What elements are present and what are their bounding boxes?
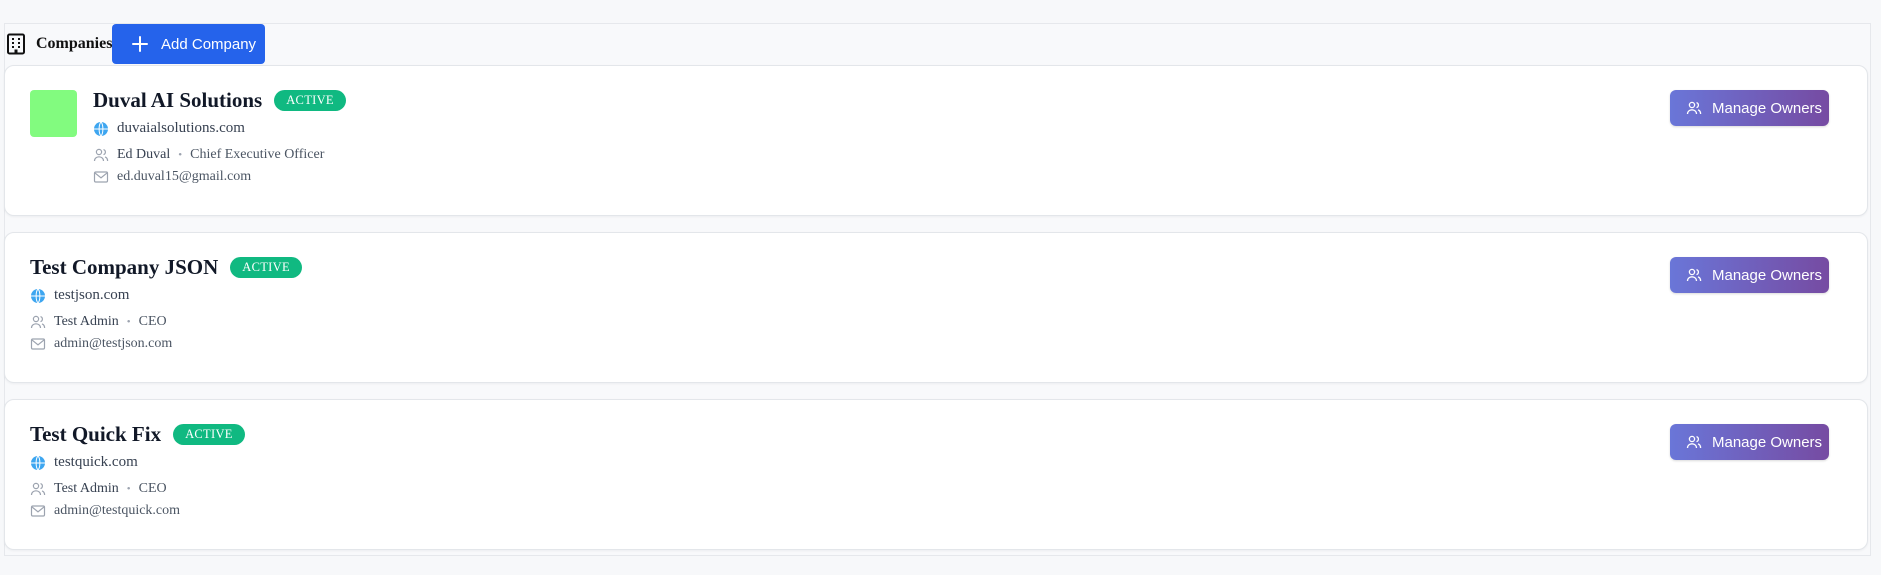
owner-email[interactable]: admin@testquick.com <box>54 503 180 519</box>
add-company-label: Add Company <box>161 35 257 53</box>
mail-icon <box>30 505 46 517</box>
globe-icon <box>31 455 45 470</box>
users-icon <box>30 482 46 496</box>
company-domain[interactable]: duvaialsolutions.com <box>117 120 245 137</box>
company-name: Test Company JSON <box>30 254 219 279</box>
company-name: Test Quick Fix <box>30 421 162 446</box>
companies-header: Companies <box>6 24 112 64</box>
separator-dot: • <box>126 483 131 495</box>
separator-dot: • <box>126 316 131 328</box>
owner-name: Test Admin <box>54 481 119 496</box>
status-badge: ACTIVE <box>173 423 245 445</box>
owner-name: Ed Duval <box>117 147 171 162</box>
company-card: Duval AI Solutions ACTIVE duvaialsolutio… <box>4 65 1868 216</box>
globe-icon <box>31 288 45 303</box>
company-info: Test Quick Fix ACTIVE testquick.com Test… <box>30 421 245 519</box>
owner-role: CEO <box>138 481 167 496</box>
owner-role: Chief Executive Officer <box>190 147 325 162</box>
add-company-button[interactable]: Add Company <box>112 24 265 64</box>
users-icon <box>1686 268 1702 282</box>
status-badge: ACTIVE <box>230 256 302 278</box>
manage-owners-label: Manage Owners <box>1712 99 1823 117</box>
manage-owners-button[interactable]: Manage Owners <box>1670 424 1829 460</box>
users-icon <box>1686 101 1702 115</box>
manage-owners-button[interactable]: Manage Owners <box>1670 90 1829 126</box>
owner-email[interactable]: admin@testjson.com <box>54 336 172 352</box>
plus-icon <box>132 36 148 52</box>
company-card: Test Quick Fix ACTIVE testquick.com Test… <box>4 399 1868 550</box>
company-info: Test Company JSON ACTIVE testjson.com Te… <box>30 254 302 352</box>
company-domain[interactable]: testquick.com <box>54 454 138 471</box>
manage-owners-label: Manage Owners <box>1712 266 1823 284</box>
owner-email[interactable]: ed.duval15@gmail.com <box>117 169 251 185</box>
users-icon <box>30 315 46 329</box>
company-name: Duval AI Solutions <box>93 87 263 112</box>
globe-icon <box>94 121 108 136</box>
manage-owners-label: Manage Owners <box>1712 433 1823 451</box>
users-icon <box>93 148 109 162</box>
building-icon <box>7 33 25 55</box>
company-card: Test Company JSON ACTIVE testjson.com Te… <box>4 232 1868 383</box>
page-title: Companies <box>36 35 113 52</box>
status-badge: ACTIVE <box>274 89 346 111</box>
owner-name: Test Admin <box>54 314 119 329</box>
mail-icon <box>30 338 46 350</box>
company-logo <box>30 90 77 137</box>
manage-owners-button[interactable]: Manage Owners <box>1670 257 1829 293</box>
owner-role: CEO <box>138 314 167 329</box>
mail-icon <box>93 171 109 183</box>
separator-dot: • <box>178 149 183 161</box>
company-info: Duval AI Solutions ACTIVE duvaialsolutio… <box>93 87 346 185</box>
users-icon <box>1686 435 1702 449</box>
company-domain[interactable]: testjson.com <box>54 287 129 304</box>
